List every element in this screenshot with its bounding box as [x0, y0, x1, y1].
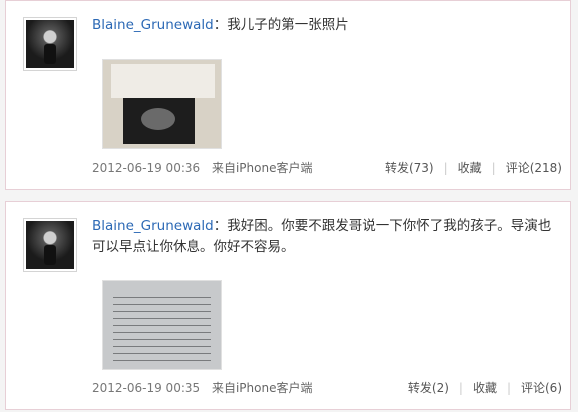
post-source[interactable]: 来自iPhone客户端 [212, 161, 313, 175]
image-scan-area [123, 98, 195, 144]
separator: | [443, 161, 448, 175]
avatar-image [26, 20, 74, 68]
colon: ： [213, 218, 228, 234]
post-meta: 2012-06-19 00:35 来自iPhone客户端 转发(2) | 收藏 | 评论… [92, 379, 562, 397]
post-actions: 转发(73) | 收藏 | 评论(218) [385, 159, 562, 177]
user-avatar[interactable] [23, 17, 77, 71]
repost-button[interactable]: 转发(73) [385, 161, 434, 175]
post-source[interactable]: 来自iPhone客户端 [212, 381, 313, 395]
username-link[interactable]: Blaine_Grunewald [92, 218, 214, 234]
post-text: Blaine_Grunewald：我好困。你要不跟发哥说一下你怀了我的孩子。导演… [92, 216, 554, 258]
separator: | [491, 161, 496, 175]
user-avatar[interactable] [23, 218, 77, 272]
image-document-lines [113, 291, 211, 361]
post-image-thumbnail[interactable] [102, 280, 222, 370]
post-card: Blaine_Grunewald：我儿子的第一张照片 2012-06-19 00… [5, 0, 571, 190]
repost-button[interactable]: 转发(2) [408, 381, 449, 395]
post-image-thumbnail[interactable] [102, 59, 222, 149]
comment-button[interactable]: 评论(218) [506, 161, 562, 175]
image-paper-area [111, 64, 215, 98]
post-actions: 转发(2) | 收藏 | 评论(6) [408, 379, 562, 397]
colon: ： [213, 17, 228, 33]
post-timestamp[interactable]: 2012-06-19 00:36 [92, 161, 200, 175]
post-card: Blaine_Grunewald：我好困。你要不跟发哥说一下你怀了我的孩子。导演… [5, 201, 571, 410]
username-link[interactable]: Blaine_Grunewald [92, 17, 214, 33]
separator: | [506, 381, 511, 395]
post-timestamp[interactable]: 2012-06-19 00:35 [92, 381, 200, 395]
favorite-button[interactable]: 收藏 [473, 381, 497, 395]
favorite-button[interactable]: 收藏 [458, 161, 482, 175]
separator: | [458, 381, 463, 395]
avatar-image [26, 221, 74, 269]
comment-button[interactable]: 评论(6) [521, 381, 562, 395]
post-content: 我儿子的第一张照片 [227, 17, 349, 33]
post-text: Blaine_Grunewald：我儿子的第一张照片 [92, 15, 554, 36]
post-meta: 2012-06-19 00:36 来自iPhone客户端 转发(73) | 收藏 | 评… [92, 159, 562, 177]
